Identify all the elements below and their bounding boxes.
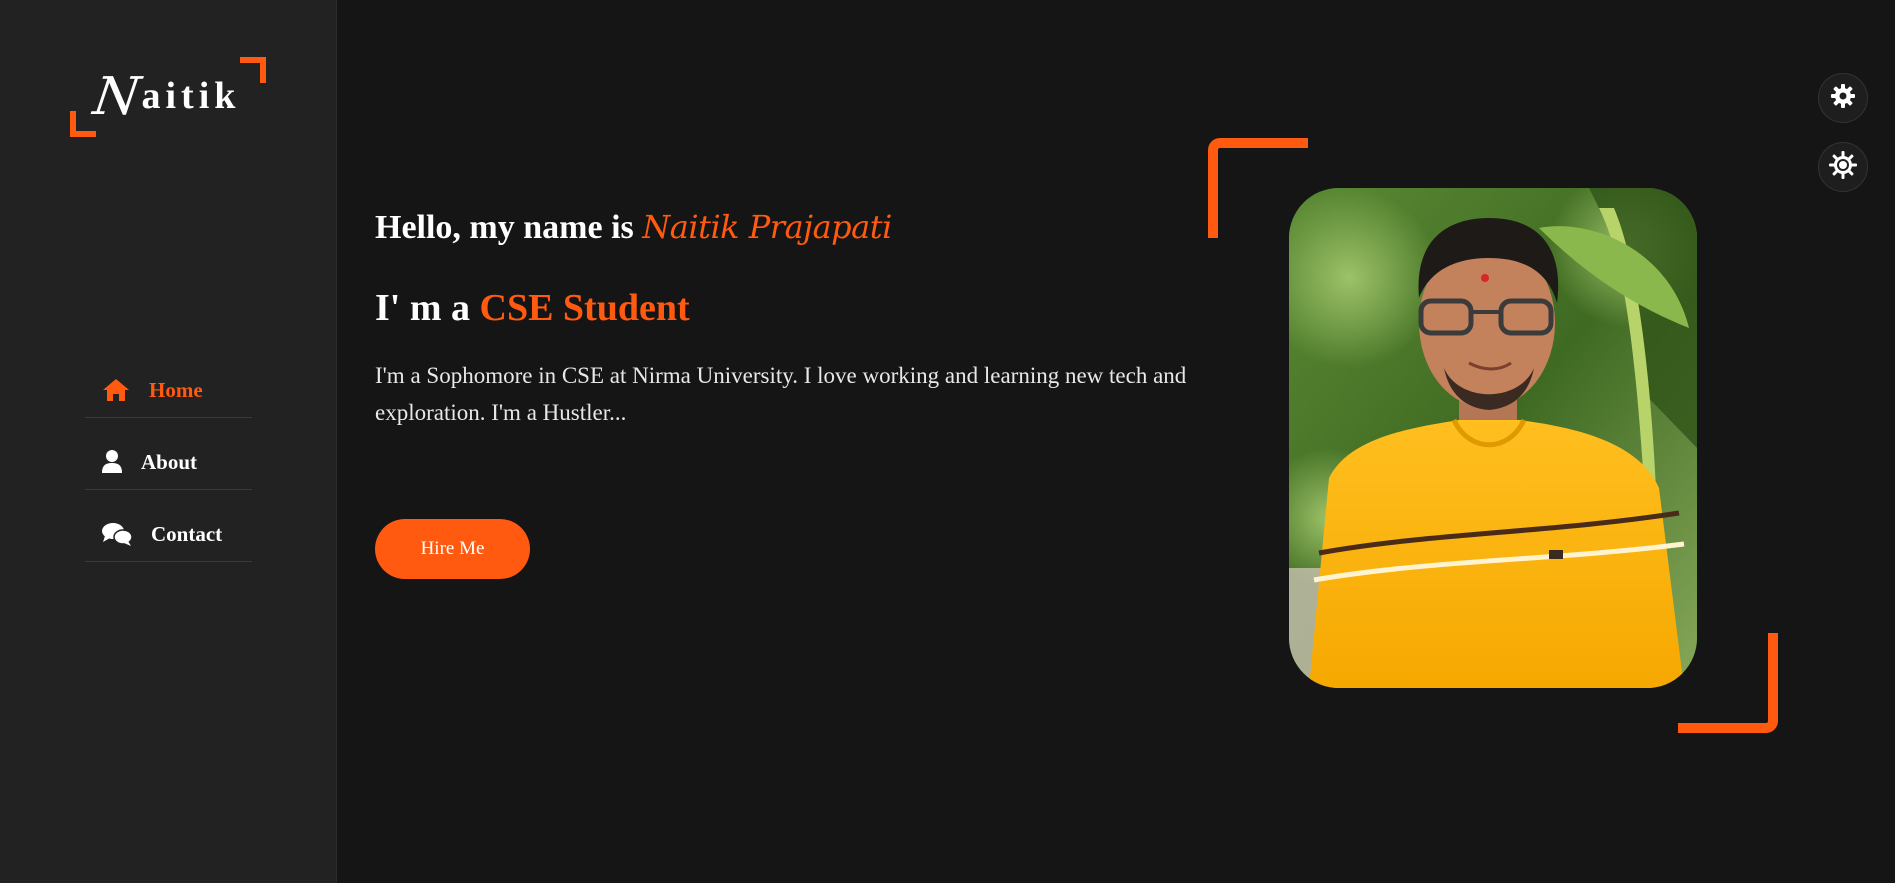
logo[interactable]: Naitik <box>70 57 266 137</box>
chat-icon <box>101 521 133 547</box>
nav-item-contact[interactable]: Contact <box>85 507 252 562</box>
page: Naitik Home About Contact Hello, my name… <box>0 0 1895 883</box>
greeting-name: Naitik Prajapati <box>642 208 892 246</box>
sun-icon <box>1829 150 1857 184</box>
intro-description: I'm a Sophomore in CSE at Nirma Universi… <box>375 363 1187 425</box>
nav-item-about[interactable]: About <box>85 435 252 490</box>
user-icon <box>101 449 123 475</box>
greeting-heading: Hello, my name is Naitik Prajapati <box>375 208 892 247</box>
home-icon <box>101 377 131 403</box>
main-nav: Home About Contact <box>85 363 252 579</box>
sidebar: Naitik Home About Contact <box>0 0 337 883</box>
settings-button[interactable] <box>1818 73 1868 123</box>
greeting-prefix: Hello, my name is <box>375 209 643 246</box>
gear-icon <box>1830 83 1856 114</box>
role-value: CSE Student <box>479 287 690 329</box>
profile-photo <box>1289 188 1697 688</box>
nav-item-label: Contact <box>151 521 223 546</box>
theme-toggle-button[interactable] <box>1818 142 1868 192</box>
logo-corner-top-right <box>240 57 266 83</box>
nav-item-home[interactable]: Home <box>85 363 252 418</box>
logo-rest: aitik <box>141 75 241 117</box>
role-heading: I' m a CSE Student <box>375 286 690 330</box>
role-prefix: I' m a <box>375 287 480 329</box>
logo-text: Naitik <box>90 67 241 127</box>
nav-item-label: Home <box>149 377 203 402</box>
logo-first-letter: N <box>89 67 146 127</box>
hire-me-button[interactable]: Hire Me <box>375 519 530 579</box>
nav-item-label: About <box>141 449 198 474</box>
